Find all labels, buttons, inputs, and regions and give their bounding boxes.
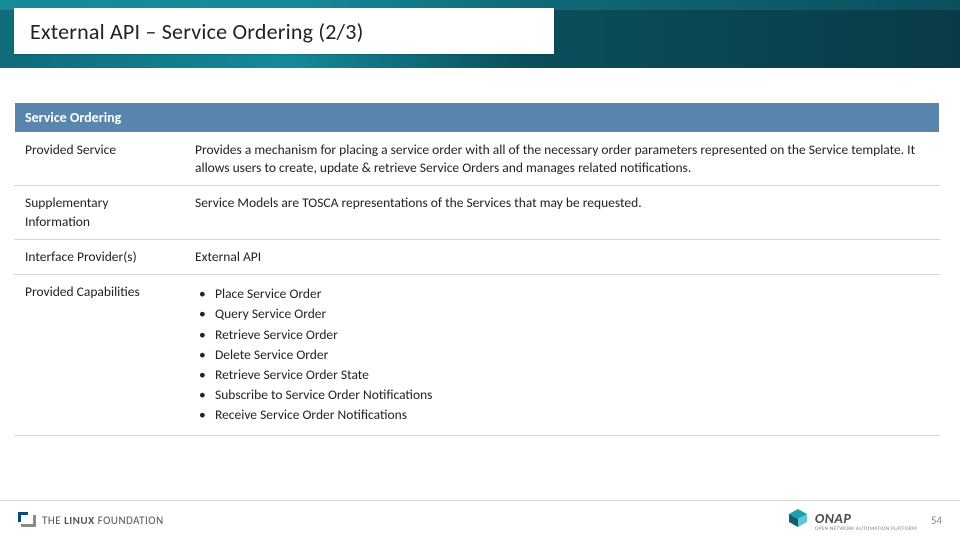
onap-cube-icon [787, 507, 809, 534]
service-table: Service Ordering Provided Service Provid… [14, 102, 940, 436]
label-supplementary: Supplementary Information [15, 186, 185, 239]
capability-item: Receive Service Order Notifications [199, 406, 929, 424]
linux-foundation-logo: THE LINUX FOUNDATION [18, 512, 164, 530]
onap-logo: ONAP OPEN NETWORK AUTOMATION PLATFORM [787, 507, 917, 534]
row-supplementary: Supplementary Information Service Models… [15, 186, 940, 239]
header-band: External API – Service Ordering (2/3) [0, 0, 960, 68]
row-capabilities: Provided Capabilities Place Service Orde… [15, 275, 940, 436]
onap-text: ONAP [815, 510, 917, 527]
capability-item: Subscribe to Service Order Notifications [199, 386, 929, 404]
page-title: External API – Service Ordering (2/3) [30, 18, 363, 45]
lf-mark-icon [18, 512, 36, 530]
value-provided-service: Provides a mechanism for placing a servi… [185, 133, 940, 186]
row-provided-service: Provided Service Provides a mechanism fo… [15, 133, 940, 186]
capability-item: Delete Service Order [199, 346, 929, 364]
value-interface-providers: External API [185, 239, 940, 274]
value-supplementary: Service Models are TOSCA representations… [185, 186, 940, 239]
page-number: 54 [931, 514, 942, 527]
label-interface-providers: Interface Provider(s) [15, 239, 185, 274]
onap-subtext: OPEN NETWORK AUTOMATION PLATFORM [815, 526, 917, 532]
content-area: Service Ordering Provided Service Provid… [0, 68, 960, 436]
footer-right: ONAP OPEN NETWORK AUTOMATION PLATFORM 54 [787, 507, 942, 534]
capabilities-list: Place Service Order Query Service Order Re… [195, 285, 929, 425]
capability-item: Retrieve Service Order State [199, 366, 929, 384]
label-provided-service: Provided Service [15, 133, 185, 186]
capability-item: Place Service Order [199, 285, 929, 303]
capability-item: Query Service Order [199, 305, 929, 323]
capability-item: Retrieve Service Order [199, 326, 929, 344]
value-capabilities: Place Service Order Query Service Order Re… [185, 275, 940, 436]
row-interface-providers: Interface Provider(s) External API [15, 239, 940, 274]
section-header: Service Ordering [15, 103, 940, 133]
lf-text: THE LINUX FOUNDATION [42, 514, 164, 527]
footer: THE LINUX FOUNDATION ONAP OPEN NETWORK A… [0, 500, 960, 540]
title-container: External API – Service Ordering (2/3) [14, 8, 554, 54]
label-capabilities: Provided Capabilities [15, 275, 185, 436]
